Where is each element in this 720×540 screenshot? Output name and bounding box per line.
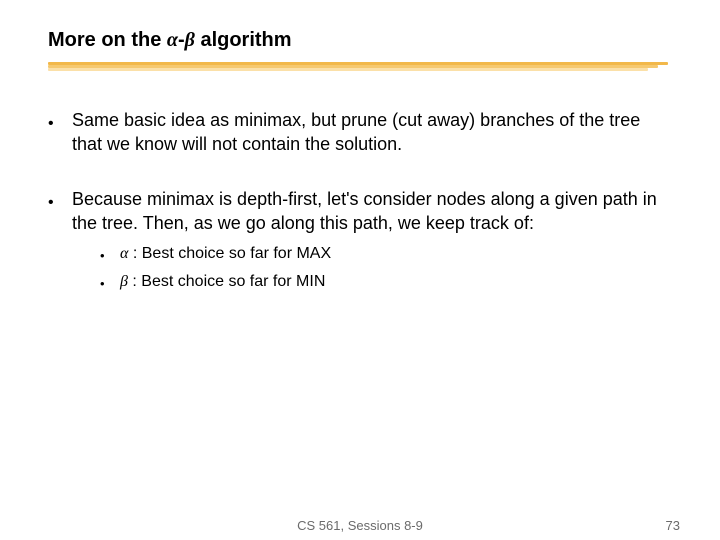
sub-bullet-text: α : Best choice so far for MAX <box>120 243 672 267</box>
beta-symbol: β <box>120 273 128 290</box>
bullet-text: Because minimax is depth-first, let's co… <box>72 187 672 299</box>
slide-title: More on the α-β algorithm <box>48 28 672 52</box>
bullet-text-inner: Because minimax is depth-first, let's co… <box>72 189 657 233</box>
bullet-dot-icon <box>48 108 72 157</box>
sub-bullet-list: α : Best choice so far for MAX β : Best … <box>100 243 672 294</box>
bullet-item: Because minimax is depth-first, let's co… <box>48 187 672 299</box>
sub-bullet-label: : Best choice so far for MAX <box>128 245 331 262</box>
bullet-item: Same basic idea as minimax, but prune (c… <box>48 108 672 157</box>
title-dash: - <box>178 29 185 51</box>
bullet-text: Same basic idea as minimax, but prune (c… <box>72 108 672 157</box>
slide-content: Same basic idea as minimax, but prune (c… <box>48 108 672 298</box>
bullet-dot-icon <box>48 187 72 299</box>
bullet-dot-icon <box>100 243 120 267</box>
title-underline <box>48 62 672 72</box>
sub-bullet-text: β : Best choice so far for MIN <box>120 271 672 295</box>
footer-course: CS 561, Sessions 8-9 <box>297 518 423 533</box>
beta-symbol: β <box>185 29 195 51</box>
alpha-symbol: α <box>167 29 178 51</box>
title-block: More on the α-β algorithm <box>48 28 672 72</box>
sub-bullet-item: β : Best choice so far for MIN <box>100 271 672 295</box>
footer-page-number: 73 <box>666 518 680 533</box>
bullet-dot-icon <box>100 271 120 295</box>
sub-bullet-label: : Best choice so far for MIN <box>128 273 325 290</box>
title-suffix: algorithm <box>195 29 292 51</box>
title-prefix: More on the <box>48 29 167 51</box>
sub-bullet-item: α : Best choice so far for MAX <box>100 243 672 267</box>
